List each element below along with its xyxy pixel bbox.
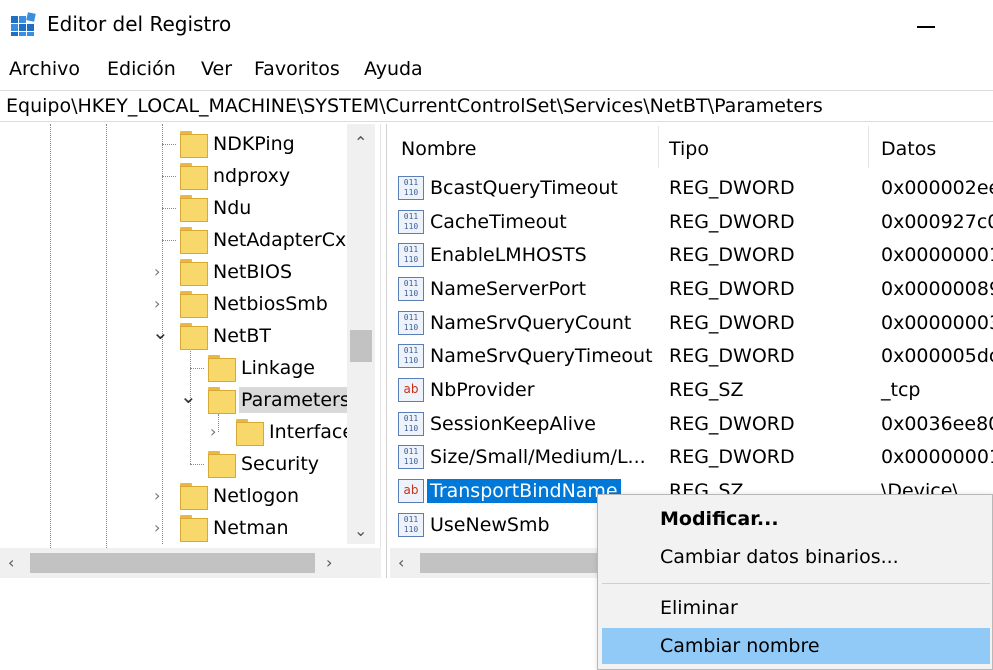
registry-editor-icon (11, 12, 36, 36)
folder-icon (180, 195, 208, 222)
table-row[interactable]: 011 110 UseNewSmb (396, 509, 596, 541)
chevron-right-icon[interactable]: › (154, 294, 160, 314)
column-header-nombre[interactable]: Nombre (401, 136, 477, 162)
binary-value-icon: 011 110 (398, 243, 424, 267)
column-header-tipo[interactable]: Tipo (669, 136, 709, 162)
table-row[interactable]: 011 110 BcastQueryTimeout REG_DWORD 0x00… (396, 172, 993, 204)
folder-icon (236, 419, 264, 446)
binary-value-icon: 011 110 (398, 513, 424, 537)
tree-item-security[interactable]: Security (0, 448, 345, 478)
tree-item-netman[interactable]: › Netman (0, 512, 345, 542)
menu-ver[interactable]: Ver (201, 57, 232, 81)
scroll-left-icon[interactable]: ‹ (8, 554, 14, 572)
binary-value-icon: 011 110 (398, 210, 424, 234)
menu-archivo[interactable]: Archivo (9, 57, 80, 81)
menu-ayuda[interactable]: Ayuda (364, 57, 423, 81)
table-row[interactable]: ab NbProvider REG_SZ _tcp (396, 374, 993, 406)
table-row[interactable]: 011 110 EnableLMHOSTS REG_DWORD 0x000000… (396, 239, 993, 271)
binary-value-icon: 011 110 (398, 311, 424, 335)
column-header-datos[interactable]: Datos (881, 136, 936, 162)
menu-bar: Archivo Edición Ver Favoritos Ayuda (0, 52, 993, 86)
scroll-right-icon[interactable]: › (326, 554, 332, 572)
folder-icon (180, 227, 208, 254)
tree-item-netadaptercx[interactable]: NetAdapterCx (0, 224, 346, 254)
binary-value-icon: 011 110 (398, 412, 424, 436)
column-divider[interactable] (868, 126, 869, 168)
column-divider[interactable] (658, 126, 659, 168)
chevron-right-icon[interactable]: › (210, 422, 216, 442)
context-menu: Modificar... Cambiar datos binarios... E… (597, 494, 993, 670)
tree-item-parameters[interactable]: ⌄ Parameters (0, 384, 352, 414)
list-horizontal-scroll-thumb[interactable] (420, 553, 600, 573)
menu-item-modificar[interactable]: Modificar... (602, 501, 990, 537)
folder-icon (180, 163, 208, 190)
title-bar: Editor del Registro (0, 0, 993, 50)
binary-value-icon: 011 110 (398, 176, 424, 200)
scroll-down-icon[interactable]: ⌄ (354, 522, 367, 540)
scroll-left-icon[interactable]: ‹ (398, 554, 404, 572)
chevron-right-icon[interactable]: › (154, 486, 160, 506)
binary-value-icon: 011 110 (398, 277, 424, 301)
string-value-icon: ab (398, 479, 424, 503)
folder-icon (180, 483, 208, 510)
folder-icon (208, 355, 236, 382)
chevron-down-icon[interactable]: ⌄ (180, 386, 197, 406)
address-bar[interactable]: Equipo\HKEY_LOCAL_MACHINE\SYSTEM\Current… (0, 90, 993, 122)
chevron-right-icon[interactable]: › (154, 262, 160, 282)
tree-item-linkage[interactable]: Linkage (0, 352, 345, 382)
scroll-up-icon[interactable]: ⌃ (354, 134, 367, 152)
menu-separator (602, 583, 990, 584)
folder-icon (208, 387, 236, 414)
string-value-icon: ab (398, 378, 424, 402)
tree-item-netbt[interactable]: ⌄ NetBT (0, 320, 345, 350)
tree-item-netlogon[interactable]: › Netlogon (0, 480, 345, 510)
folder-icon (180, 259, 208, 286)
key-tree: NDKPing ndproxy Ndu NetAdapterCx › NetBI… (0, 124, 381, 578)
tree-item-netbiossmb[interactable]: › NetbiosSmb (0, 288, 345, 318)
binary-value-icon: 011 110 (398, 344, 424, 368)
folder-icon (208, 451, 236, 478)
menu-favoritos[interactable]: Favoritos (254, 57, 340, 81)
menu-item-cambiar-datos-binarios[interactable]: Cambiar datos binarios... (602, 539, 990, 575)
folder-icon (180, 131, 208, 158)
tree-item-interface[interactable]: › Interface (0, 416, 354, 446)
tree-item-ndproxy[interactable]: ndproxy (0, 160, 345, 190)
tree-vertical-scroll-thumb[interactable] (350, 330, 372, 362)
table-row[interactable]: 011 110 NameSrvQueryTimeout REG_DWORD 0x… (396, 340, 993, 372)
folder-icon (180, 515, 208, 542)
table-row[interactable]: 011 110 Size/Small/Medium/L... REG_DWORD… (396, 441, 993, 473)
tree-horizontal-scroll-thumb[interactable] (30, 553, 315, 573)
table-row[interactable]: 011 110 SessionKeepAlive REG_DWORD 0x003… (396, 408, 993, 440)
menu-edicion[interactable]: Edición (107, 57, 176, 81)
table-row[interactable]: 011 110 NameSrvQueryCount REG_DWORD 0x00… (396, 307, 993, 339)
menu-item-cambiar-nombre[interactable]: Cambiar nombre (602, 628, 990, 664)
tree-item-ndu[interactable]: Ndu (0, 192, 345, 222)
tree-item-ndkping[interactable]: NDKPing (0, 128, 345, 158)
address-path[interactable]: Equipo\HKEY_LOCAL_MACHINE\SYSTEM\Current… (6, 94, 823, 118)
folder-icon (180, 323, 208, 350)
window-title: Editor del Registro (47, 12, 232, 36)
chevron-right-icon[interactable]: › (154, 518, 160, 538)
table-row[interactable]: 011 110 NameServerPort REG_DWORD 0x00000… (396, 273, 993, 305)
minimize-button[interactable] (905, 12, 949, 38)
table-row[interactable]: 011 110 CacheTimeout REG_DWORD 0x000927c… (396, 206, 993, 238)
binary-value-icon: 011 110 (398, 445, 424, 469)
chevron-down-icon[interactable]: ⌄ (152, 322, 169, 342)
folder-icon (180, 291, 208, 318)
menu-item-eliminar[interactable]: Eliminar (602, 590, 990, 626)
tree-item-netbios[interactable]: › NetBIOS (0, 256, 345, 286)
